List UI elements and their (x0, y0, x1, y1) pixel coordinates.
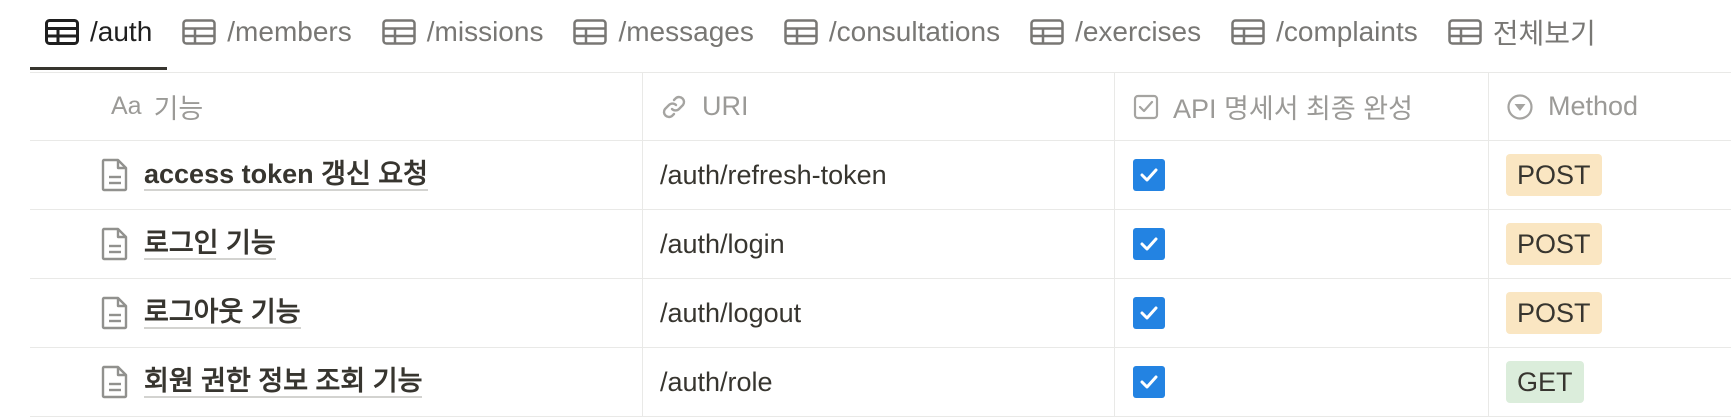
uri-cell[interactable]: /auth/login (643, 210, 1115, 278)
spec-done-checkbox[interactable] (1133, 159, 1165, 191)
feature-name[interactable]: 회원 권한 정보 조회 기능 (144, 366, 423, 398)
tab-label: /messages (618, 16, 754, 47)
column-header-feature[interactable]: Aa 기능 (30, 73, 643, 140)
method-tag: POST (1506, 292, 1602, 334)
column-label: 기능 (153, 94, 204, 124)
column-header-method[interactable]: Method (1489, 73, 1731, 140)
page-icon (100, 295, 130, 331)
feature-name[interactable]: access token 갱신 요청 (144, 159, 428, 191)
view-tabs: /auth /members /missions /messages /cons… (30, 0, 1731, 72)
feature-cell[interactable]: 로그인 기능 (30, 210, 643, 278)
table-row[interactable]: access token 갱신 요청 /auth/refresh-token P… (30, 141, 1731, 210)
feature-cell[interactable]: access token 갱신 요청 (30, 141, 643, 209)
tab-consultations[interactable]: /consultations (769, 0, 1015, 70)
table-icon (382, 19, 416, 45)
feature-name[interactable]: 로그인 기능 (144, 228, 276, 260)
tab-label: /exercises (1075, 16, 1202, 47)
spec-done-cell[interactable] (1115, 279, 1489, 347)
page-icon (100, 226, 130, 262)
tab-complaints[interactable]: /complaints (1216, 0, 1433, 70)
feature-cell[interactable]: 로그아웃 기능 (30, 279, 643, 347)
tab-auth[interactable]: /auth (30, 0, 168, 70)
table-row[interactable]: 로그아웃 기능 /auth/logout POST (30, 279, 1731, 348)
database-table: Aa 기능 URI API 명세서 최종 완성 Method access to… (30, 73, 1731, 417)
method-cell[interactable]: POST (1489, 141, 1731, 209)
spec-done-cell[interactable] (1115, 141, 1489, 209)
tab-label: 전체보기 (1492, 18, 1596, 49)
select-icon (1506, 93, 1534, 121)
tab-view-all[interactable]: 전체보기 (1433, 0, 1611, 70)
tab-messages[interactable]: /messages (558, 0, 768, 70)
table-header: Aa 기능 URI API 명세서 최종 완성 Method (30, 73, 1731, 141)
table-icon (182, 19, 217, 45)
tab-label: /members (227, 16, 352, 47)
link-icon (660, 93, 688, 121)
checkbox-icon (1133, 94, 1159, 120)
page-icon (100, 364, 130, 400)
uri-value: /auth/logout (660, 297, 802, 328)
column-label: Method (1548, 91, 1639, 121)
method-cell[interactable]: POST (1489, 279, 1731, 347)
tab-label: /consultations (828, 16, 1001, 47)
column-label: API 명세서 최종 완성 (1173, 94, 1413, 124)
spec-done-cell[interactable] (1115, 348, 1489, 416)
table-icon (1030, 19, 1064, 45)
tab-label: /missions (426, 16, 544, 47)
table-row[interactable]: 로그인 기능 /auth/login POST (30, 210, 1731, 279)
tab-exercises[interactable]: /exercises (1015, 0, 1216, 70)
table-icon (1448, 19, 1482, 45)
uri-cell[interactable]: /auth/role (643, 348, 1115, 416)
spec-done-checkbox[interactable] (1133, 297, 1165, 329)
spec-done-checkbox[interactable] (1133, 228, 1165, 260)
feature-name[interactable]: 로그아웃 기능 (144, 297, 301, 329)
uri-value: /auth/refresh-token (660, 159, 887, 190)
method-tag: GET (1506, 361, 1584, 403)
column-label: URI (702, 91, 749, 121)
uri-value: /auth/role (660, 366, 773, 397)
uri-value: /auth/login (660, 228, 785, 259)
tab-missions[interactable]: /missions (367, 0, 559, 70)
feature-cell[interactable]: 회원 권한 정보 조회 기능 (30, 348, 643, 416)
page-icon (100, 157, 130, 193)
column-header-uri[interactable]: URI (643, 73, 1115, 140)
table-icon (573, 19, 608, 45)
text-type-icon: Aa (111, 92, 142, 120)
table-icon (784, 19, 818, 45)
method-cell[interactable]: GET (1489, 348, 1731, 416)
table-icon (45, 19, 79, 45)
method-tag: POST (1506, 154, 1602, 196)
tab-label: /auth (90, 16, 153, 47)
method-tag: POST (1506, 223, 1602, 265)
table-row[interactable]: 회원 권한 정보 조회 기능 /auth/role GET (30, 348, 1731, 417)
spec-done-cell[interactable] (1115, 210, 1489, 278)
column-header-spec-done[interactable]: API 명세서 최종 완성 (1115, 73, 1489, 140)
tab-members[interactable]: /members (167, 0, 366, 70)
uri-cell[interactable]: /auth/logout (643, 279, 1115, 347)
tab-label: /complaints (1276, 16, 1418, 47)
spec-done-checkbox[interactable] (1133, 366, 1165, 398)
table-icon (1231, 19, 1265, 45)
uri-cell[interactable]: /auth/refresh-token (643, 141, 1115, 209)
method-cell[interactable]: POST (1489, 210, 1731, 278)
